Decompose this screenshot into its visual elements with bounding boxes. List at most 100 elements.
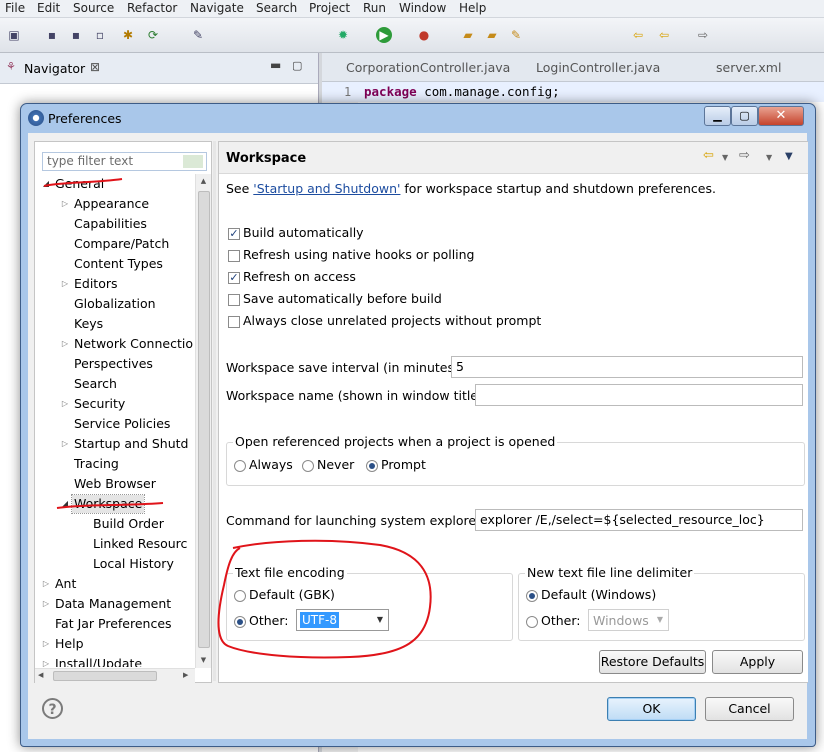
code-line[interactable]: package com.manage.config;: [364, 84, 560, 99]
menu-project[interactable]: Project: [309, 1, 350, 15]
checkbox-box[interactable]: [228, 250, 240, 262]
tree-item[interactable]: Build Order: [35, 514, 195, 534]
menu-search[interactable]: Search: [256, 1, 297, 15]
menu-help[interactable]: Help: [459, 1, 486, 15]
save-all-icon[interactable]: ▪: [68, 27, 84, 43]
menu-edit[interactable]: Edit: [37, 1, 60, 15]
expand-arrow-icon[interactable]: ▷: [60, 194, 70, 214]
maximize-window-icon[interactable]: ▢: [731, 106, 758, 126]
radio-circle[interactable]: [302, 460, 314, 472]
radio-circle[interactable]: [526, 616, 538, 628]
new-icon[interactable]: ▣: [6, 27, 22, 43]
tree-item[interactable]: Service Policies: [35, 414, 195, 434]
search-tool-icon[interactable]: ✎: [508, 27, 524, 43]
radio-circle[interactable]: [366, 460, 378, 472]
checkbox-box[interactable]: [228, 316, 240, 328]
tab-corporation-controller[interactable]: CorporationController.java: [346, 60, 510, 75]
forward-arrow-icon[interactable]: ⇨: [695, 27, 711, 43]
splitter[interactable]: [213, 141, 216, 681]
back-history-icon[interactable]: ⇦: [703, 148, 714, 163]
expand-arrow-icon[interactable]: ▷: [60, 274, 70, 294]
ok-button[interactable]: OK: [607, 697, 696, 721]
radio-circle[interactable]: [234, 460, 246, 472]
tree-item[interactable]: Local History: [35, 554, 195, 574]
menu-navigate[interactable]: Navigate: [190, 1, 244, 15]
tree-item[interactable]: Keys: [35, 314, 195, 334]
scroll-thumb[interactable]: [198, 191, 210, 648]
expand-arrow-icon[interactable]: ▷: [60, 434, 70, 454]
scroll-left-icon[interactable]: ◀: [38, 671, 43, 679]
tree-item[interactable]: ▷ Appearance: [35, 194, 195, 214]
tree-item[interactable]: Web Browser: [35, 474, 195, 494]
chevron-down-icon[interactable]: ▼: [372, 610, 388, 630]
open-type-icon[interactable]: ▰: [484, 27, 500, 43]
refresh-icon[interactable]: ⟳: [145, 27, 161, 43]
tree-item[interactable]: Compare/Patch: [35, 234, 195, 254]
checkbox-box[interactable]: [228, 294, 240, 306]
radio-circle[interactable]: [234, 590, 246, 602]
tree-item[interactable]: Capabilities: [35, 214, 195, 234]
edit-tool-icon[interactable]: ✎: [190, 27, 206, 43]
tree-item[interactable]: Content Types: [35, 254, 195, 274]
navigator-tab[interactable]: ⚘ Navigator ⊠ ▬ ▢: [0, 53, 318, 84]
collapse-arrow-icon[interactable]: ◢: [60, 494, 70, 514]
clear-filter-icon[interactable]: [183, 155, 203, 168]
close-window-icon[interactable]: ✕: [758, 106, 804, 126]
tree-item[interactable]: Search: [35, 374, 195, 394]
tab-login-controller[interactable]: LoginController.java: [536, 60, 660, 75]
tree-item[interactable]: ▷ Ant: [35, 574, 195, 594]
forward-dropdown-icon[interactable]: ▼: [766, 153, 772, 162]
menu-run[interactable]: Run: [363, 1, 386, 15]
scroll-right-icon[interactable]: ▶: [183, 671, 188, 679]
expand-arrow-icon[interactable]: ▷: [41, 654, 51, 667]
radio-circle[interactable]: [526, 590, 538, 602]
menu-refactor[interactable]: Refactor: [127, 1, 177, 15]
expand-arrow-icon[interactable]: ▷: [41, 574, 51, 594]
tree-item[interactable]: ▷ Network Connectio: [35, 334, 195, 354]
minimize-window-icon[interactable]: ▁: [704, 106, 731, 126]
expand-arrow-icon[interactable]: ▷: [41, 634, 51, 654]
radio-circle[interactable]: [234, 616, 246, 628]
tab-server-xml[interactable]: server.xml: [716, 60, 781, 75]
tree-item[interactable]: Tracing: [35, 454, 195, 474]
encoding-select[interactable]: UTF-8 ▼: [296, 609, 389, 631]
scroll-up-icon[interactable]: ▲: [196, 174, 211, 189]
help-icon[interactable]: ?: [42, 698, 63, 719]
expand-arrow-icon[interactable]: ▷: [41, 594, 51, 614]
menu-window[interactable]: Window: [399, 1, 446, 15]
expand-arrow-icon[interactable]: ▷: [60, 334, 70, 354]
run-icon[interactable]: ▶: [376, 27, 392, 43]
tree-item[interactable]: ◢ General: [35, 174, 195, 194]
open-folder-icon[interactable]: ▰: [460, 27, 476, 43]
collapse-arrow-icon[interactable]: ◢: [41, 174, 51, 194]
tree-item[interactable]: ▷ Install/Update: [35, 654, 195, 667]
back-dropdown-icon[interactable]: ▼: [722, 153, 728, 162]
tree-item[interactable]: ▷ Data Management: [35, 594, 195, 614]
menu-file[interactable]: File: [5, 1, 25, 15]
tree-item[interactable]: Globalization: [35, 294, 195, 314]
external-tools-icon[interactable]: ●: [416, 27, 432, 43]
save-icon[interactable]: ▪: [44, 27, 60, 43]
minimize-icon[interactable]: ▬: [270, 58, 281, 72]
expand-arrow-icon[interactable]: ▷: [60, 394, 70, 414]
cancel-button[interactable]: Cancel: [705, 697, 794, 721]
checkbox-box[interactable]: ✓: [228, 272, 240, 284]
filter-input[interactable]: type filter text: [42, 152, 207, 171]
tree-vertical-scrollbar[interactable]: ▲ ▼: [195, 174, 211, 668]
debug-icon[interactable]: ✹: [335, 27, 351, 43]
package-icon[interactable]: ✱: [120, 27, 136, 43]
close-icon[interactable]: ⊠: [90, 60, 100, 74]
tree-item[interactable]: Perspectives: [35, 354, 195, 374]
tree-item[interactable]: Fat Jar Preferences: [35, 614, 195, 634]
tree-item[interactable]: Linked Resourc: [35, 534, 195, 554]
back-history-icon[interactable]: ⇦: [656, 27, 672, 43]
scroll-down-icon[interactable]: ▼: [196, 653, 211, 668]
checkbox-box[interactable]: ✓: [228, 228, 240, 240]
back-arrow-icon[interactable]: ⇦: [630, 27, 646, 43]
view-menu-icon[interactable]: ▼: [785, 151, 793, 162]
tree-horizontal-scrollbar[interactable]: ◀ ▶: [35, 668, 195, 683]
tree-item[interactable]: ▷ Help: [35, 634, 195, 654]
maximize-icon[interactable]: ▢: [292, 59, 302, 72]
apply-button[interactable]: Apply: [712, 650, 803, 674]
menu-source[interactable]: Source: [73, 1, 114, 15]
